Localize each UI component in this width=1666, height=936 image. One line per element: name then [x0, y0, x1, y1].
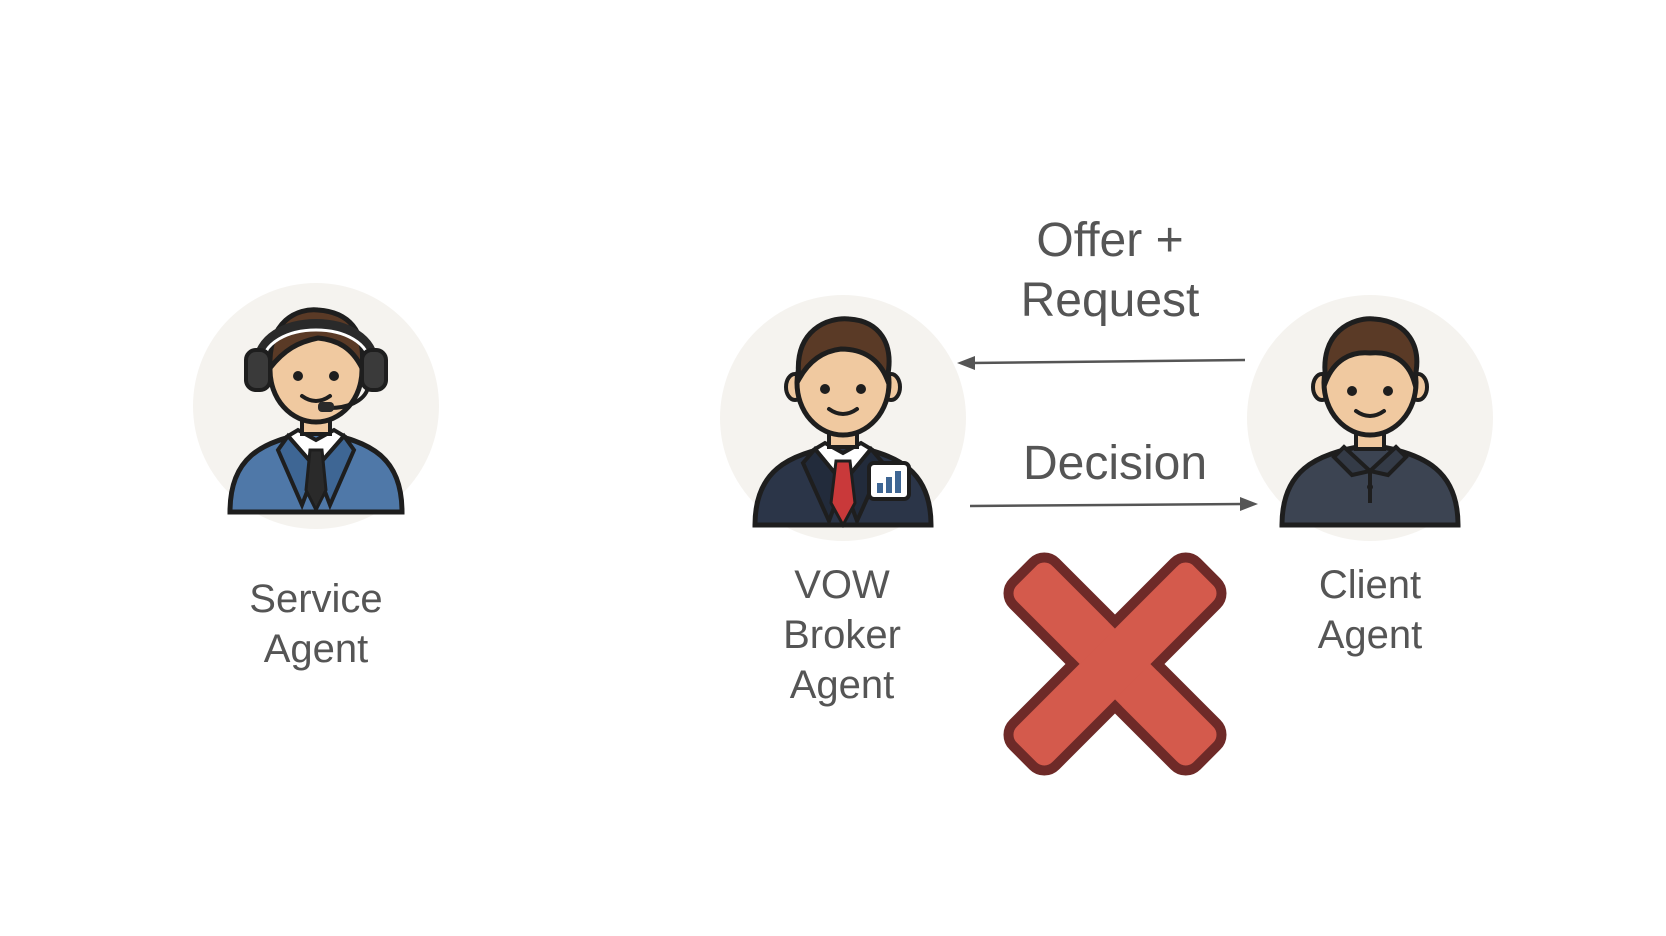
broker-agent-label-line3: Agent [789, 663, 895, 707]
offer-request-arrow [957, 356, 1246, 370]
broker-agent-icon [752, 316, 934, 528]
headset-agent-icon [227, 307, 405, 515]
decision-label: Decision [985, 434, 1245, 494]
service-agent-label: Service Agent [216, 574, 416, 674]
offer-request-label-line1: Offer + [1036, 214, 1184, 267]
service-agent-label-line1: Service [249, 577, 383, 621]
client-agent-label-line1: Client [1318, 563, 1422, 607]
broker-agent-label-line1: VOW [794, 563, 890, 607]
decision-arrow [969, 497, 1258, 511]
service-agent-label-line2: Agent [263, 627, 369, 671]
red-x-icon [1003, 552, 1227, 776]
offer-request-label-line2: Request [1020, 274, 1200, 327]
client-agent-label-line2: Agent [1317, 613, 1423, 657]
client-agent-icon [1279, 316, 1461, 528]
decision-label-text: Decision [1022, 437, 1208, 490]
diagram-canvas: Service Agent VOW Broker Agent Client Ag… [0, 0, 1666, 936]
client-agent-label: Client Agent [1270, 560, 1470, 660]
broker-agent-label-line2: Broker [783, 613, 901, 657]
offer-request-label: Offer + Request [980, 211, 1240, 331]
broker-agent-label: VOW Broker Agent [742, 560, 942, 710]
